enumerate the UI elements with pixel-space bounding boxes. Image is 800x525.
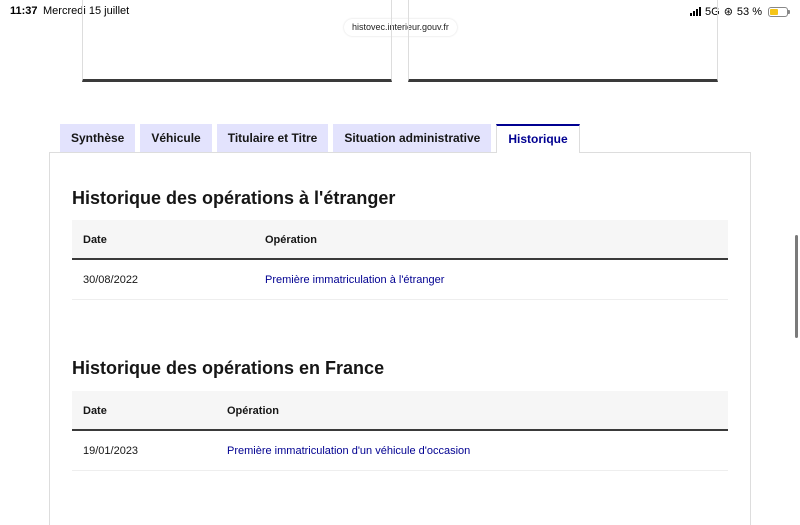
column-header-date: Date (83, 234, 107, 246)
table-row: 30/08/2022 Première immatriculation à l'… (72, 260, 728, 300)
battery-label: 53 % (736, 5, 762, 18)
section-title-foreign: Historique des opérations à l'étranger (72, 188, 396, 208)
tab-list: Synthèse Véhicule Titulaire et Titre Sit… (60, 124, 580, 153)
status-time: 11:37 (10, 5, 38, 17)
tab-vehicule[interactable]: Véhicule (140, 124, 212, 152)
tab-titulaire[interactable]: Titulaire et Titre (216, 124, 329, 152)
row-operation: Première immatriculation d'un véhicule d… (227, 445, 471, 457)
tab-situation-administrative[interactable]: Situation administrative (333, 124, 492, 152)
section-title-france: Historique des opérations en France (72, 358, 385, 378)
scrollbar[interactable] (795, 235, 798, 338)
column-header-operation: Opération (265, 234, 317, 246)
table-header: Date Opération (72, 391, 728, 431)
tab-synthese[interactable]: Synthèse (60, 124, 136, 152)
summary-card-left (82, 0, 392, 82)
battery-icon (768, 6, 790, 17)
foreign-history-table: Date Opération 30/08/2022 Première immat… (72, 220, 728, 300)
table-row: 19/01/2023 Première immatriculation d'un… (72, 431, 728, 471)
row-date: 30/08/2022 (83, 274, 139, 286)
summary-card-right (408, 0, 718, 82)
france-history-table: Date Opération 19/01/2023 Première immat… (72, 391, 728, 471)
row-operation: Première immatriculation à l'étranger (265, 274, 445, 286)
rotation-lock-icon: ⊛ (723, 6, 733, 18)
table-header: Date Opération (72, 220, 728, 260)
column-header-operation: Opération (227, 405, 279, 417)
tab-historique[interactable]: Historique (496, 124, 580, 153)
row-date: 19/01/2023 (83, 445, 139, 457)
column-header-date: Date (83, 405, 107, 417)
